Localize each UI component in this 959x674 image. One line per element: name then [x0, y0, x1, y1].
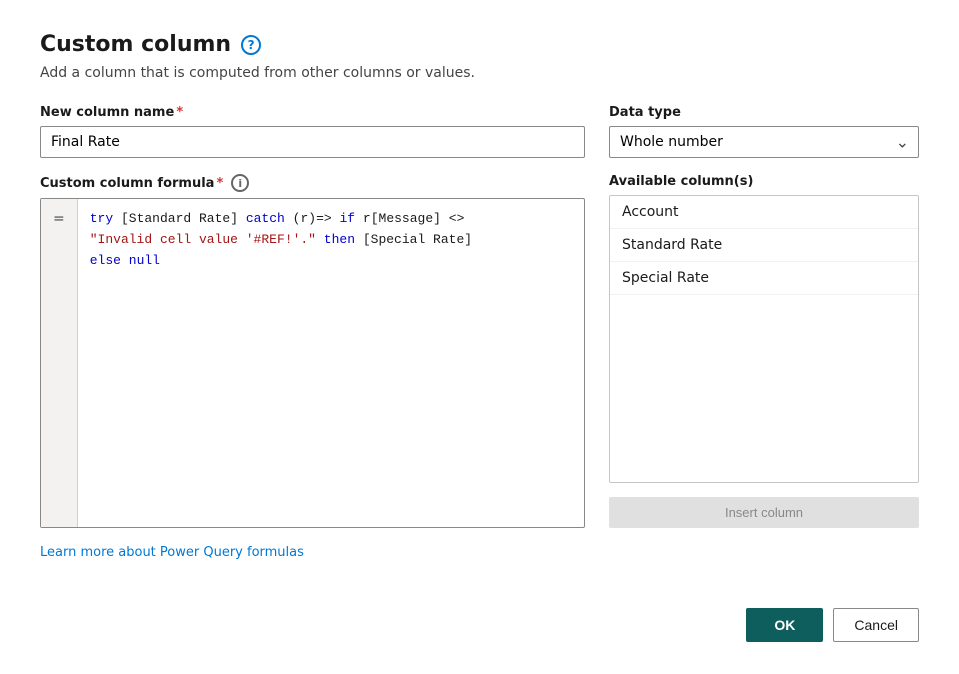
- available-columns-list: Account Standard Rate Special Rate: [609, 195, 919, 483]
- available-columns-label: Available column(s): [609, 174, 919, 189]
- formula-section: Custom column formula* i = try [Standard…: [40, 174, 919, 528]
- dialog-subtitle: Add a column that is computed from other…: [40, 65, 919, 81]
- dialog-title: Custom column: [40, 32, 231, 57]
- data-type-select[interactable]: Whole number Decimal number Text Date Da…: [609, 126, 919, 158]
- insert-column-button[interactable]: Insert column: [609, 497, 919, 528]
- footer-buttons: OK Cancel: [40, 608, 919, 642]
- help-icon[interactable]: ?: [241, 35, 261, 55]
- column-item-special-rate[interactable]: Special Rate: [610, 262, 918, 295]
- column-name-group: New column name*: [40, 105, 585, 158]
- formula-editor[interactable]: = try [Standard Rate] catch (r)=> if r[M…: [40, 198, 585, 528]
- formula-label: Custom column formula*: [40, 176, 223, 191]
- line-indicator: =: [41, 199, 78, 527]
- formula-label-row: Custom column formula* i: [40, 174, 585, 192]
- formula-code[interactable]: try [Standard Rate] catch (r)=> if r[Mes…: [78, 199, 584, 527]
- available-columns-section: Available column(s) Account Standard Rat…: [609, 174, 919, 528]
- column-name-label: New column name*: [40, 105, 585, 120]
- column-name-data-type-row: New column name* Data type Whole number …: [40, 105, 919, 158]
- info-icon[interactable]: i: [231, 174, 249, 192]
- data-type-group: Data type Whole number Decimal number Te…: [609, 105, 919, 158]
- column-item-standard-rate[interactable]: Standard Rate: [610, 229, 918, 262]
- learn-more-link[interactable]: Learn more about Power Query formulas: [40, 545, 304, 560]
- data-type-label: Data type: [609, 105, 919, 120]
- equals-sign: =: [53, 209, 65, 227]
- ok-button[interactable]: OK: [746, 608, 823, 642]
- data-type-select-wrapper: Whole number Decimal number Text Date Da…: [609, 126, 919, 158]
- cancel-button[interactable]: Cancel: [833, 608, 919, 642]
- formula-left: Custom column formula* i = try [Standard…: [40, 174, 585, 528]
- column-item-account[interactable]: Account: [610, 196, 918, 229]
- dialog-title-row: Custom column ?: [40, 32, 919, 57]
- column-name-input[interactable]: [40, 126, 585, 158]
